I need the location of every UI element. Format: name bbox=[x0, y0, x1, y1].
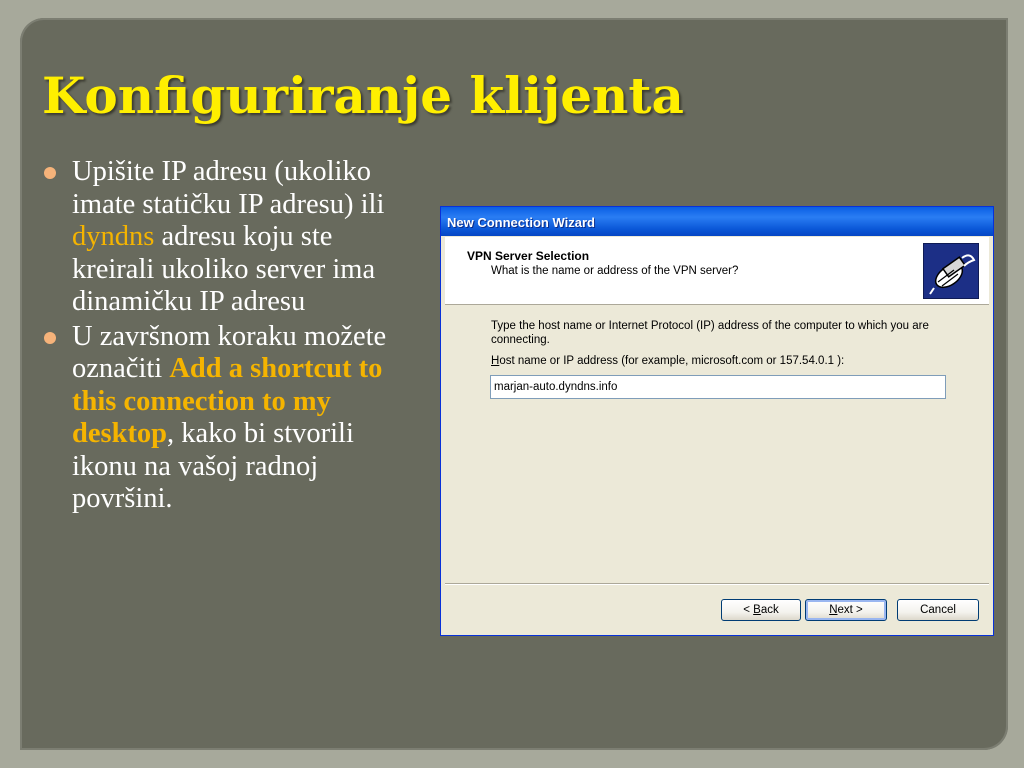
bullet-highlight-dyndns: dyndns bbox=[72, 221, 155, 252]
new-connection-wizard-dialog: New Connection Wizard VPN Server Selecti… bbox=[440, 206, 994, 636]
vpn-wizard-icon bbox=[923, 243, 979, 299]
bullet-item-shortcut: U završnom koraku možete označiti Add a … bbox=[44, 321, 416, 516]
back-button-prefix: < bbox=[743, 604, 754, 616]
host-field-label: Host name or IP address (for example, mi… bbox=[491, 355, 844, 367]
cancel-button[interactable]: Cancel bbox=[897, 599, 979, 621]
bullet-text: Upišite IP adresu (ukoliko imate statičk… bbox=[72, 156, 385, 220]
wizard-description: Type the host name or Internet Protocol … bbox=[491, 320, 929, 346]
wizard-step-title: VPN Server Selection bbox=[467, 249, 590, 263]
bullet-list: Upišite IP adresu (ukoliko imate statičk… bbox=[44, 156, 416, 518]
bullet-item-ip-address: Upišite IP adresu (ukoliko imate statičk… bbox=[44, 156, 416, 319]
host-label-text: ost name or IP address (for example, mic… bbox=[499, 355, 845, 367]
back-button[interactable]: < Back bbox=[721, 599, 801, 621]
next-button[interactable]: Next > bbox=[805, 599, 887, 621]
back-button-label: ack bbox=[760, 604, 779, 616]
host-name-input[interactable] bbox=[490, 375, 946, 399]
bullet-dot-icon bbox=[44, 331, 56, 344]
wizard-header: VPN Server Selection What is the name or… bbox=[445, 237, 989, 305]
bullet-dot-icon bbox=[44, 167, 56, 179]
footer-separator bbox=[445, 583, 989, 585]
next-button-label: ext > bbox=[837, 604, 863, 616]
back-button-accelerator: B bbox=[753, 604, 761, 616]
next-button-accelerator: N bbox=[829, 604, 838, 616]
dialog-titlebar[interactable]: New Connection Wizard bbox=[441, 207, 993, 236]
slide-title: Konfiguriranje klijenta bbox=[42, 66, 684, 125]
wizard-step-subtitle: What is the name or address of the VPN s… bbox=[491, 265, 739, 277]
